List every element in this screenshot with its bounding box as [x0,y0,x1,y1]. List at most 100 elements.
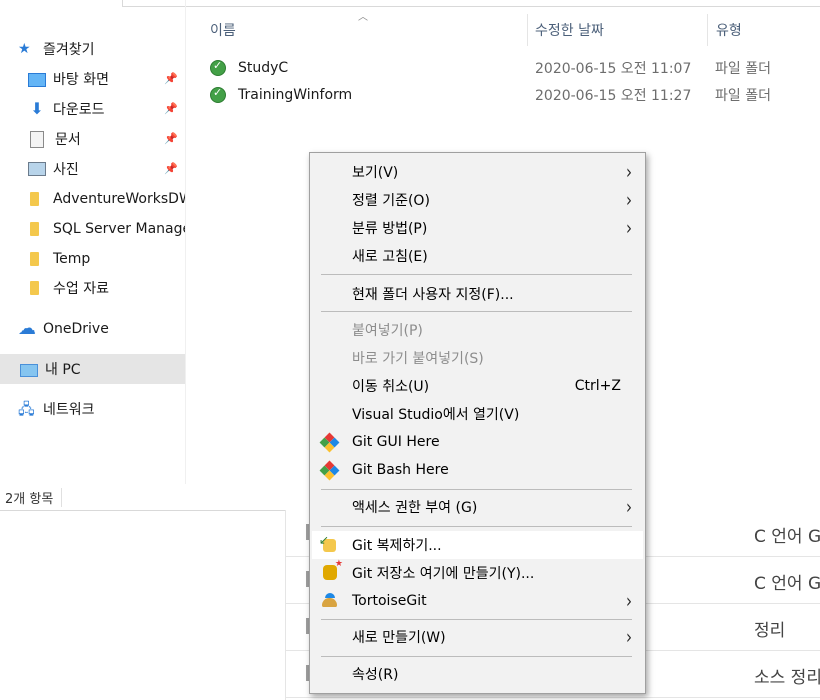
menu-item-label: 현재 폴더 사용자 지정(F)... [352,287,514,303]
menu-item-properties[interactable]: 속성(R) [312,660,643,688]
submenu-arrow-icon: › [626,188,632,212]
nav-item-downloads[interactable]: ⬇ 다운로드 📌 [0,94,185,124]
picture-icon [28,162,46,176]
nav-item-desktop[interactable]: 바탕 화면 📌 [0,64,185,94]
menu-item-paste-shortcut: 바로 가기 붙여넣기(S) [312,344,643,372]
file-date: 2020-06-15 오전 11:27 [535,88,692,104]
menu-item-label: 정렬 기준(O) [352,193,430,209]
nav-item-this-pc[interactable]: 내 PC [0,354,185,384]
submenu-arrow-icon: › [626,216,632,240]
file-name: TrainingWinform [238,87,353,103]
network-icon: 🖧 [18,400,35,418]
menu-item-label: 새로 만들기(W) [352,630,446,646]
context-menu: 보기(V) › 정렬 기준(O) › 분류 방법(P) › 새로 고침(E) 현… [309,152,646,694]
menu-item-label: 속성(R) [352,667,399,683]
menu-item-label: Git 복제하기... [352,538,442,554]
menu-item-git-bash[interactable]: Git Bash Here [312,456,643,484]
menu-item-label: 바로 가기 붙여넣기(S) [352,351,484,367]
list-item-text: C 언어 G [754,527,820,547]
menu-separator [321,526,632,527]
menu-item-customize-folder[interactable]: 현재 폴더 사용자 지정(F)... [312,280,643,308]
menu-item-git-create-repo[interactable]: Git 저장소 여기에 만들기(Y)... [312,559,643,587]
nav-item-label: 다운로드 [53,102,105,118]
navigation-pane: ★ 즐겨찾기 바탕 화면 📌 ⬇ 다운로드 📌 문서 📌 사진 📌 Advent… [0,0,186,484]
file-row[interactable]: TrainingWinform 2020-06-15 오전 11:27 파일 폴… [209,82,820,108]
nav-item-pictures[interactable]: 사진 📌 [0,154,185,184]
menu-item-open-visual-studio[interactable]: Visual Studio에서 열기(V) [312,400,643,428]
keyboard-shortcut: Ctrl+Z [574,378,621,394]
column-divider[interactable] [527,14,528,46]
menu-separator [321,656,632,657]
pin-icon: 📌 [164,72,178,85]
menu-item-label: 붙여넣기(P) [352,323,423,339]
nav-item-sql-server[interactable]: SQL Server Manage [0,214,185,244]
computer-icon [20,363,38,377]
nav-item-label: 바탕 화면 [53,72,109,88]
column-header-label: 유형 [716,23,742,39]
nav-item-documents[interactable]: 문서 📌 [0,124,185,154]
column-header-label: 수정한 날짜 [535,23,604,39]
nav-item-label: Temp [53,251,91,267]
git-folder-icon [209,85,226,103]
desktop-icon [28,73,46,87]
menu-separator [321,311,632,312]
git-folder-icon [209,58,226,76]
menu-item-sort[interactable]: 정렬 기준(O) › [312,186,643,214]
nav-item-label: AdventureWorksDW [53,191,185,207]
column-header-date[interactable]: 수정한 날짜 [535,14,604,46]
nav-item-adventureworks[interactable]: AdventureWorksDW [0,184,185,214]
pin-icon: 📌 [164,102,178,115]
download-icon: ⬇ [30,99,44,118]
menu-item-group-by[interactable]: 분류 방법(P) › [312,214,643,242]
git-clone-icon [319,533,336,552]
file-date: 2020-06-15 오전 11:07 [535,61,692,77]
item-count: 2개 항목 [0,487,63,507]
menu-separator [321,489,632,490]
menu-item-undo-move[interactable]: 이동 취소(U) Ctrl+Z [312,372,643,400]
menu-item-tortoisegit[interactable]: TortoiseGit › [312,587,643,615]
git-icon [319,460,340,481]
column-header-type[interactable]: 유형 [716,14,742,46]
submenu-arrow-icon: › [626,625,632,649]
menu-separator [321,619,632,620]
list-item-text: 정리 [754,621,786,641]
git-create-repo-icon [323,559,343,580]
menu-item-new[interactable]: 새로 만들기(W) › [312,623,643,651]
submenu-arrow-icon: › [626,160,632,184]
nav-item-label: 문서 [55,132,81,148]
submenu-arrow-icon: › [626,495,632,519]
menu-item-label: Git GUI Here [352,434,440,450]
file-type: 파일 폴더 [715,88,771,104]
menu-item-label: 분류 방법(P) [352,221,428,237]
menu-item-label: 액세스 권한 부여 (G) [352,500,478,516]
cloud-icon: ☁ [18,318,36,339]
folder-icon [30,252,39,266]
nav-item-label: 네트워크 [43,402,95,418]
column-header-name[interactable]: 이름 [210,14,236,46]
menu-item-refresh[interactable]: 새로 고침(E) [312,242,643,270]
menu-item-paste: 붙여넣기(P) [312,316,643,344]
star-icon: ★ [18,41,31,57]
menu-item-label: 새로 고침(E) [352,249,428,265]
nav-item-network[interactable]: 🖧 네트워크 [0,394,185,424]
ribbon-edge [122,0,820,7]
nav-item-onedrive[interactable]: ☁ OneDrive [0,314,185,344]
menu-item-git-gui[interactable]: Git GUI Here [312,428,643,456]
menu-item-label: 이동 취소(U) [352,379,430,395]
nav-item-class-materials[interactable]: 수업 자료 [0,273,185,303]
menu-item-view[interactable]: 보기(V) › [312,158,643,186]
menu-item-label: Visual Studio에서 열기(V) [352,407,520,423]
nav-quick-access[interactable]: ★ 즐겨찾기 [0,34,185,64]
file-type: 파일 폴더 [715,61,771,77]
column-divider[interactable] [707,14,708,46]
nav-item-label: 내 PC [45,362,81,378]
menu-item-label: Git Bash Here [352,462,449,478]
folder-icon [30,192,39,206]
file-row[interactable]: StudyC 2020-06-15 오전 11:07 파일 폴더 [209,55,820,81]
column-header-label: 이름 [210,23,236,39]
sort-ascending-icon: ︿ [358,12,368,23]
menu-item-give-access[interactable]: 액세스 권한 부여 (G) › [312,493,643,521]
menu-item-git-clone[interactable]: Git 복제하기... [312,531,643,559]
nav-item-temp[interactable]: Temp [0,244,185,274]
nav-item-label: SQL Server Manage [53,221,185,237]
